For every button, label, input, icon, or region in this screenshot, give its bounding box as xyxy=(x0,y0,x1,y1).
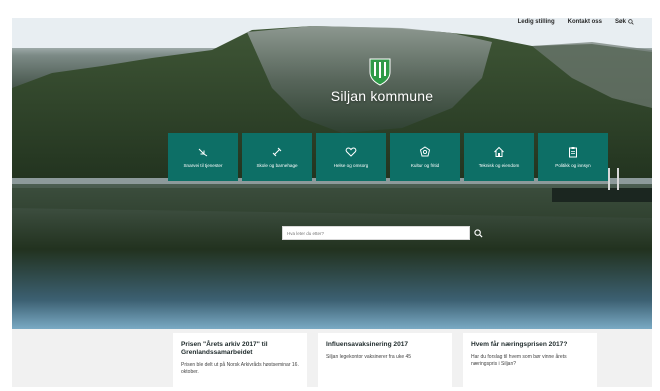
nav-contact-link[interactable]: Kontakt oss xyxy=(568,19,602,25)
news-excerpt: Prisen ble delt ut på Norsk Arkivråds hø… xyxy=(181,362,299,375)
top-nav: Ledig stilling Kontakt oss Søk xyxy=(12,10,652,34)
site-title: Siljan kommune xyxy=(330,88,434,104)
hero-banner: Siljan kommune Snarvei til tjenester Sko… xyxy=(12,18,652,329)
tile-politics[interactable]: Politikk og innsyn xyxy=(538,133,608,181)
search-button[interactable] xyxy=(470,226,486,240)
search-icon xyxy=(628,19,634,25)
news-title: Prisen "Årets arkiv 2017" til Grenlandss… xyxy=(181,341,268,356)
tile-label: Teknisk og eiendom xyxy=(478,163,520,168)
search-icon xyxy=(473,228,483,238)
shortcut-icon xyxy=(198,148,208,157)
news-excerpt: Har du forslag til hvem som bør vinne år… xyxy=(471,354,567,367)
house-icon xyxy=(494,146,504,157)
news-card[interactable]: Hvem får næringsprisen 2017? Har du fors… xyxy=(463,333,597,391)
tile-label: Helse og omsorg xyxy=(333,163,369,168)
nav-search-label: Søk xyxy=(614,19,626,25)
news-card[interactable]: Influensavaksinering 2017 Siljan legekon… xyxy=(318,333,452,391)
search-bar xyxy=(282,226,486,240)
search-input[interactable] xyxy=(282,226,470,240)
tile-culture[interactable]: Kultur og fritid xyxy=(390,133,460,181)
tile-technical[interactable]: Teknisk og eiendom xyxy=(464,133,534,181)
tile-label: Kultur og fritid xyxy=(410,163,440,168)
coat-of-arms-icon xyxy=(369,58,391,86)
tile-label: Politikk og innsyn xyxy=(555,163,591,168)
heart-icon xyxy=(345,147,357,157)
school-icon xyxy=(272,147,282,157)
news-card[interactable]: Prisen "Årets arkiv 2017" til Grenlandss… xyxy=(173,333,307,391)
news-section: Prisen "Årets arkiv 2017" til Grenlandss… xyxy=(12,329,652,391)
news-excerpt: Siljan legekontor vaksinerer fra uke 45 xyxy=(326,354,412,360)
tile-school[interactable]: Skole og barnehage xyxy=(242,133,312,181)
nav-vacancy-link[interactable]: Ledig stilling xyxy=(518,19,555,25)
news-title: Influensavaksinering 2017 xyxy=(326,341,409,348)
page: Siljan kommune Snarvei til tjenester Sko… xyxy=(0,0,660,391)
tile-label: Skole og barnehage xyxy=(256,163,298,168)
tile-health[interactable]: Helse og omsorg xyxy=(316,133,386,181)
news-title: Hvem får næringsprisen 2017? xyxy=(471,341,568,348)
culture-icon xyxy=(419,146,431,157)
service-tiles: Snarvei til tjenester Skole og barnehage… xyxy=(168,133,608,181)
tile-label: Snarvei til tjenester xyxy=(183,163,223,168)
clipboard-icon xyxy=(569,147,577,158)
tile-shortcuts[interactable]: Snarvei til tjenester xyxy=(168,133,238,181)
nav-search-link[interactable]: Søk xyxy=(615,19,634,25)
